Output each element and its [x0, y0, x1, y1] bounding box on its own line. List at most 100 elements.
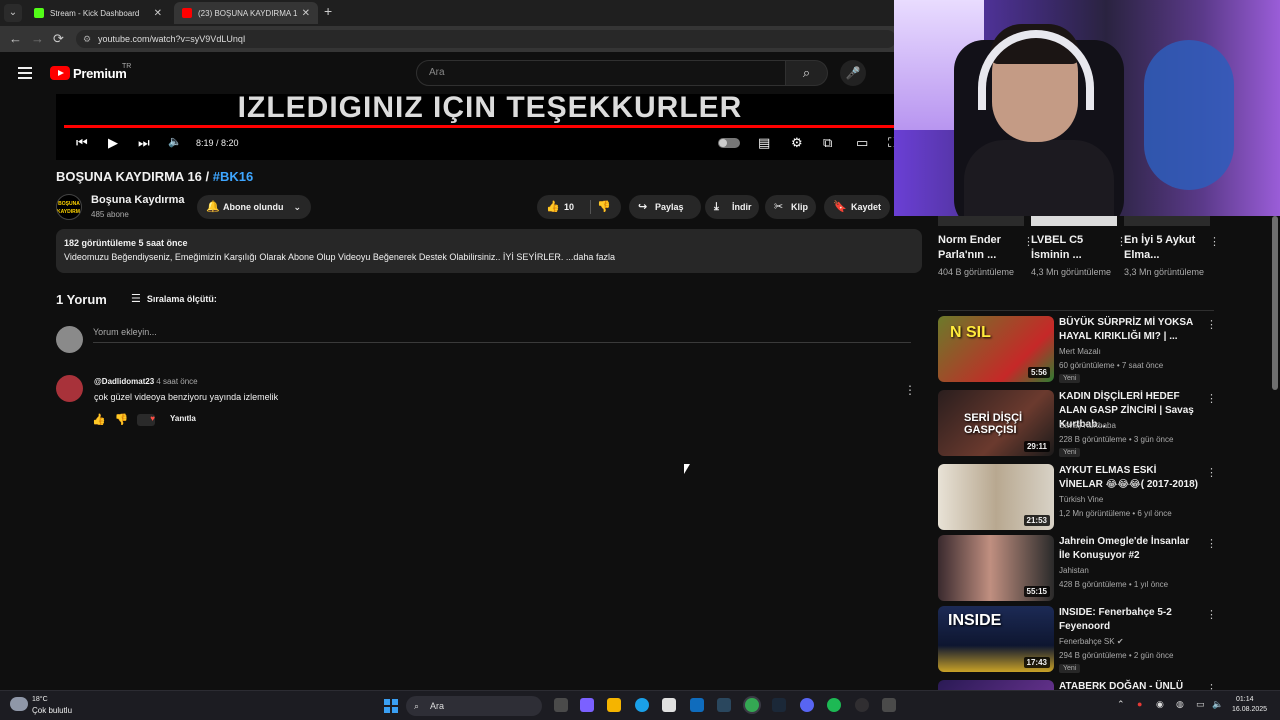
- mic-icon[interactable]: 🎤: [840, 60, 866, 86]
- back-arrow-icon[interactable]: ←: [9, 31, 22, 46]
- sidebar-scrollbar[interactable]: [1272, 216, 1278, 390]
- next-icon[interactable]: ⏭: [138, 135, 150, 151]
- tab-close-icon[interactable]: ✕: [154, 8, 162, 19]
- tab-list-button[interactable]: ⌄: [4, 4, 22, 22]
- more-vert-icon[interactable]: ⋮: [1206, 318, 1217, 331]
- more-vert-icon[interactable]: ⋮: [904, 383, 916, 397]
- commenter-avatar[interactable]: [56, 375, 83, 402]
- search-icon[interactable]: ⌕: [786, 60, 828, 86]
- more-vert-icon[interactable]: ⋮: [1206, 392, 1217, 405]
- steam-2-icon[interactable]: [772, 698, 786, 712]
- task-view-icon[interactable]: [554, 698, 568, 712]
- short-item[interactable]: En İyi 5 Aykut Elma... 3,3 Mn görüntülem…: [1124, 233, 1220, 278]
- hamburger-icon[interactable]: [18, 67, 32, 79]
- youtube-logo-icon[interactable]: [50, 66, 70, 80]
- list-item[interactable]: 21:53 AYKUT ELMAS ESKİ VİNELAR 😂😂😂( 2017…: [938, 464, 1238, 532]
- save-button[interactable]: 🔖 Kaydet: [824, 195, 890, 219]
- tray-app-icon[interactable]: ●: [1137, 699, 1142, 709]
- dislike-icon[interactable]: 👎: [597, 195, 611, 219]
- description-box[interactable]: 182 görüntüleme 5 saat önce Videomuzu Be…: [56, 229, 922, 273]
- comment-like-icon[interactable]: 👍: [92, 414, 106, 426]
- tab-close-icon[interactable]: ✕: [302, 8, 310, 19]
- forward-arrow-icon[interactable]: →: [31, 31, 44, 46]
- play-icon[interactable]: ▶: [108, 135, 118, 151]
- previous-icon[interactable]: ⏮: [76, 135, 88, 151]
- theater-mode-icon[interactable]: ▭: [856, 135, 868, 151]
- channel-name[interactable]: Savaş Kurtbaba: [1059, 421, 1116, 430]
- chevron-up-icon[interactable]: ⌃: [1117, 699, 1125, 710]
- channel-name[interactable]: Boşuna Kaydırma: [91, 194, 185, 206]
- channel-name[interactable]: Jahistan: [1059, 566, 1089, 575]
- obs-icon[interactable]: [855, 698, 869, 712]
- new-tab-button[interactable]: +: [324, 3, 332, 19]
- short-item[interactable]: Norm Ender Parla'nın ... 404 B görüntüle…: [938, 233, 1034, 278]
- add-comment-input[interactable]: Yorum ekleyin...: [93, 327, 157, 337]
- cloud-icon[interactable]: [10, 697, 28, 711]
- volume-icon[interactable]: 🔈: [168, 135, 182, 148]
- download-button[interactable]: ⤓ İndir: [705, 195, 759, 219]
- volume-icon[interactable]: 🔈: [1212, 699, 1223, 710]
- clock-time[interactable]: 01:14: [1236, 696, 1254, 703]
- windows-start-icon[interactable]: [384, 699, 398, 713]
- sort-button[interactable]: ☰ Sıralama ölçütü:: [131, 292, 217, 305]
- weather-temperature[interactable]: 18°C: [32, 696, 48, 703]
- steam-icon[interactable]: [717, 698, 731, 712]
- channel-avatar[interactable]: BOŞUNA KAYDIRMA: [56, 194, 82, 220]
- outlook-icon[interactable]: [690, 698, 704, 712]
- clip-button[interactable]: ✂ Klip: [765, 195, 816, 219]
- channel-name[interactable]: Fenerbahçe SK ✔: [1059, 637, 1124, 646]
- miniplayer-icon[interactable]: ⧉: [823, 135, 832, 151]
- more-vert-icon[interactable]: ⋮: [1206, 466, 1217, 479]
- weather-description[interactable]: Çok bulutlu: [32, 706, 72, 715]
- network-icon[interactable]: ▭: [1196, 699, 1205, 710]
- like-count[interactable]: 10: [564, 195, 574, 219]
- store-icon[interactable]: [662, 698, 676, 712]
- clock-date[interactable]: 16.08.2025: [1232, 706, 1267, 713]
- video-thumbnail[interactable]: 21:53: [938, 464, 1054, 530]
- search-input[interactable]: Ara: [416, 60, 786, 86]
- more-vert-icon[interactable]: ⋮: [1206, 608, 1217, 621]
- autoplay-toggle[interactable]: [718, 138, 740, 148]
- reply-button[interactable]: Yanıtla: [170, 414, 196, 423]
- more-vert-icon[interactable]: ⋮: [1209, 235, 1220, 248]
- video-thumbnail[interactable]: N SIL 5:56: [938, 316, 1054, 382]
- discord-icon[interactable]: [800, 698, 814, 712]
- comment-dislike-icon[interactable]: 👎: [115, 414, 129, 426]
- tab-kick-dashboard[interactable]: Stream - Kick Dashboard ✕: [26, 2, 170, 24]
- short-item[interactable]: LVBEL C5 İsminin ... 4,3 Mn görüntüleme …: [1031, 233, 1127, 278]
- comment-time[interactable]: 4 saat önce: [156, 377, 197, 386]
- url-field[interactable]: ⚙ youtube.com/watch?v=syV9VdLUnqI: [76, 30, 896, 48]
- taskbar-search[interactable]: ⌕ Ara: [406, 696, 542, 716]
- list-item[interactable]: 55:15 Jahrein Omegle'de İnsanlar İle Kon…: [938, 535, 1238, 603]
- app-icon[interactable]: [882, 698, 896, 712]
- progress-bar[interactable]: [64, 125, 894, 128]
- comment-author[interactable]: @Dadlidomat23: [94, 377, 154, 386]
- chrome-icon[interactable]: [745, 698, 759, 712]
- subtitles-icon[interactable]: ▤: [758, 135, 770, 151]
- more-vert-icon[interactable]: ⋮: [1206, 537, 1217, 550]
- share-button[interactable]: ↪ Paylaş: [629, 195, 701, 219]
- video-thumbnail[interactable]: INSIDE 17:43: [938, 606, 1054, 672]
- video-thumbnail[interactable]: SERİ DİŞÇİ GASPÇISI 29:11: [938, 390, 1054, 456]
- like-icon[interactable]: 👍: [546, 195, 560, 219]
- tray-app-icon[interactable]: ◉: [1156, 699, 1164, 710]
- tray-app-icon[interactable]: ◍: [1176, 699, 1184, 710]
- list-item[interactable]: INSIDE 17:43 INSIDE: Fenerbahçe 5-2 Feye…: [938, 606, 1238, 674]
- edge-icon[interactable]: [635, 698, 649, 712]
- folder-icon[interactable]: [607, 698, 621, 712]
- subscribed-button[interactable]: 🔔 Abone olundu ⌄: [197, 195, 311, 219]
- list-item[interactable]: SERİ DİŞÇİ GASPÇISI 29:11 KADIN DİŞÇİLER…: [938, 390, 1238, 458]
- video-thumbnail[interactable]: 55:15: [938, 535, 1054, 601]
- settings-gear-icon[interactable]: ⚙: [791, 135, 803, 151]
- tab-youtube-video[interactable]: (23) BOŞUNA KAYDIRMA 16 / # ✕: [174, 2, 318, 24]
- video-player[interactable]: IZLEDIGINIZ IÇIN TEŞEKKURLER ⏮ ▶ ⏭ 🔈 8:1…: [56, 94, 898, 160]
- channel-name[interactable]: Mert Mazalı: [1059, 347, 1101, 356]
- reload-icon[interactable]: ⟳: [53, 31, 64, 47]
- brand-label[interactable]: Premium: [73, 66, 127, 81]
- list-item[interactable]: N SIL 5:56 BÜYÜK SÜRPRİZ Mİ YOKSA HAYAL …: [938, 316, 1238, 384]
- copilot-icon[interactable]: [580, 698, 594, 712]
- channel-name[interactable]: Türkish Vine: [1059, 495, 1103, 504]
- site-info-icon[interactable]: ⚙: [83, 30, 91, 48]
- spotify-icon[interactable]: [827, 698, 841, 712]
- hashtag-link[interactable]: #BK16: [213, 169, 253, 184]
